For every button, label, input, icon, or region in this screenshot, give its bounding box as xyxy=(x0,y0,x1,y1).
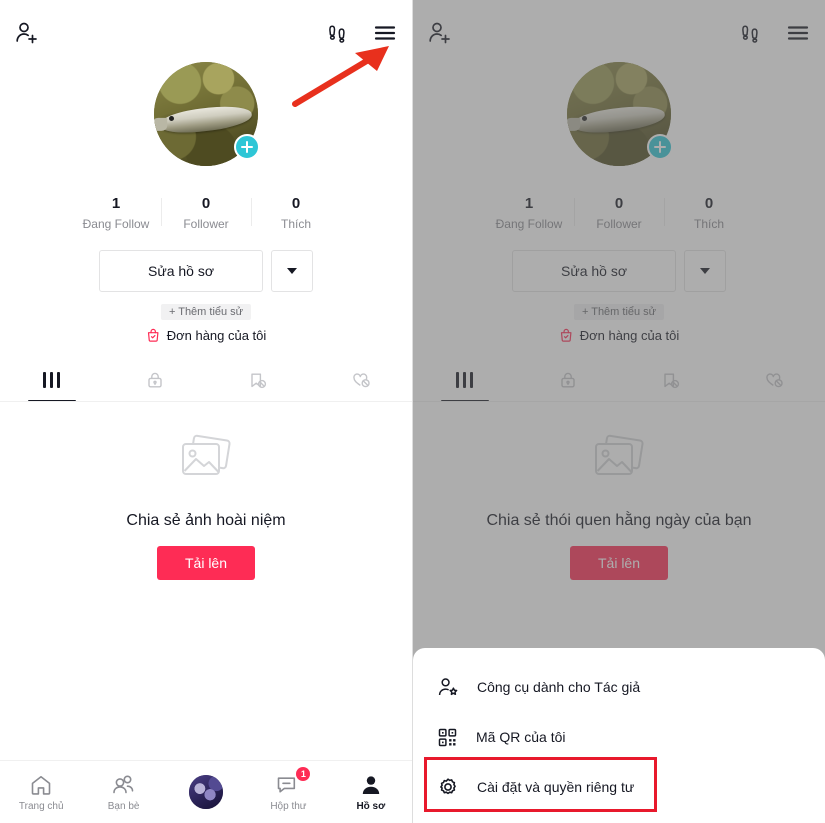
screenshot-root: 1 Đang Follow 0 Follower 0 Thích Sửa hồ … xyxy=(0,0,825,823)
avatar-fish-eye xyxy=(168,116,174,122)
sheet-item-creator-tools[interactable]: Công cụ dành cho Tác giả xyxy=(413,662,825,712)
bottom-sheet-menu: Công cụ dành cho Tác giả Mã QR của tôi C… xyxy=(413,648,825,823)
tab-private[interactable] xyxy=(103,358,206,402)
nav-item-inbox[interactable]: 1 Hộp thư xyxy=(247,767,329,812)
grid-icon xyxy=(43,372,60,388)
chevron-down-icon xyxy=(287,268,297,274)
shopping-bag-icon xyxy=(146,328,161,343)
my-orders-label: Đơn hàng của tôi xyxy=(166,328,267,343)
nav-item-home[interactable]: Trang chủ xyxy=(0,772,82,812)
nav-item-friends[interactable]: Bạn bè xyxy=(82,772,164,812)
upload-button[interactable]: Tải lên xyxy=(156,546,256,580)
person-add-icon[interactable] xyxy=(14,20,40,46)
plus-icon[interactable] xyxy=(234,134,260,160)
stat-likes[interactable]: 0 Thích xyxy=(251,194,341,233)
add-bio-button[interactable]: + Thêm tiểu sử xyxy=(160,304,252,320)
top-bar xyxy=(0,0,412,66)
qr-code-icon xyxy=(437,727,458,748)
stat-label: Đang Follow xyxy=(82,217,150,231)
nav-item-center-avatar[interactable] xyxy=(165,775,247,809)
nav-label: Hồ sơ xyxy=(356,801,386,812)
center-avatar-icon xyxy=(189,775,224,809)
tab-liked[interactable] xyxy=(309,358,412,402)
nav-label: Trang chủ xyxy=(18,801,64,812)
highlight-box-settings xyxy=(424,757,657,812)
stat-value: 0 xyxy=(291,195,301,212)
profile-avatar-wrapper[interactable] xyxy=(154,62,260,166)
stat-value: 0 xyxy=(201,195,211,212)
photos-stack-icon xyxy=(175,432,237,488)
empty-state-left: Chia sẻ ảnh hoài niệm Tải lên xyxy=(0,432,412,580)
tab-saved[interactable] xyxy=(206,358,309,402)
bookmark-hidden-icon xyxy=(247,370,268,391)
stat-label: Follower xyxy=(183,217,229,231)
sheet-item-label: Mã QR của tôi xyxy=(476,729,566,745)
nav-label: Hộp thư xyxy=(270,801,307,812)
my-orders-link[interactable]: Đơn hàng của tôi xyxy=(146,328,267,343)
empty-state-text: Chia sẻ ảnh hoài niệm xyxy=(126,512,286,529)
phone-screen-left: 1 Đang Follow 0 Follower 0 Thích Sửa hồ … xyxy=(0,0,412,823)
home-icon xyxy=(29,772,53,798)
stat-label: Thích xyxy=(280,217,311,231)
edit-profile-button[interactable]: Sửa hồ sơ xyxy=(99,250,263,292)
profile-stats: 1 Đang Follow 0 Follower 0 Thích xyxy=(0,194,412,233)
stat-value: 1 xyxy=(111,195,121,212)
friends-icon xyxy=(111,772,137,798)
inbox-message-icon: 1 xyxy=(275,767,311,798)
sheet-item-my-qr[interactable]: Mã QR của tôi xyxy=(413,712,825,762)
nav-label: Bạn bè xyxy=(107,801,140,812)
profile-dropdown-button[interactable] xyxy=(271,250,313,292)
lock-icon xyxy=(145,370,165,390)
hamburger-menu-icon[interactable] xyxy=(372,20,398,46)
phone-screen-right: 1 Đang Follow 0 Follower 0 Thích Sửa hồ … xyxy=(412,0,825,823)
profile-person-icon xyxy=(359,772,383,798)
heart-hidden-icon xyxy=(350,369,372,391)
profile-tabs xyxy=(0,358,412,402)
tab-posts[interactable] xyxy=(0,358,103,402)
profile-actions: Sửa hồ sơ xyxy=(0,250,412,292)
creator-tools-icon xyxy=(437,676,459,698)
footprints-icon[interactable] xyxy=(326,21,350,45)
inbox-badge: 1 xyxy=(296,767,311,781)
bottom-navigation: Trang chủ Bạn bè 1 Hộp thư Hồ sơ xyxy=(0,760,412,823)
stat-followers[interactable]: 0 Follower xyxy=(161,194,251,233)
stat-following[interactable]: 1 Đang Follow xyxy=(71,194,161,233)
sheet-item-label: Công cụ dành cho Tác giả xyxy=(477,679,641,695)
tabs-divider xyxy=(0,401,412,402)
nav-item-profile[interactable]: Hồ sơ xyxy=(330,772,412,812)
